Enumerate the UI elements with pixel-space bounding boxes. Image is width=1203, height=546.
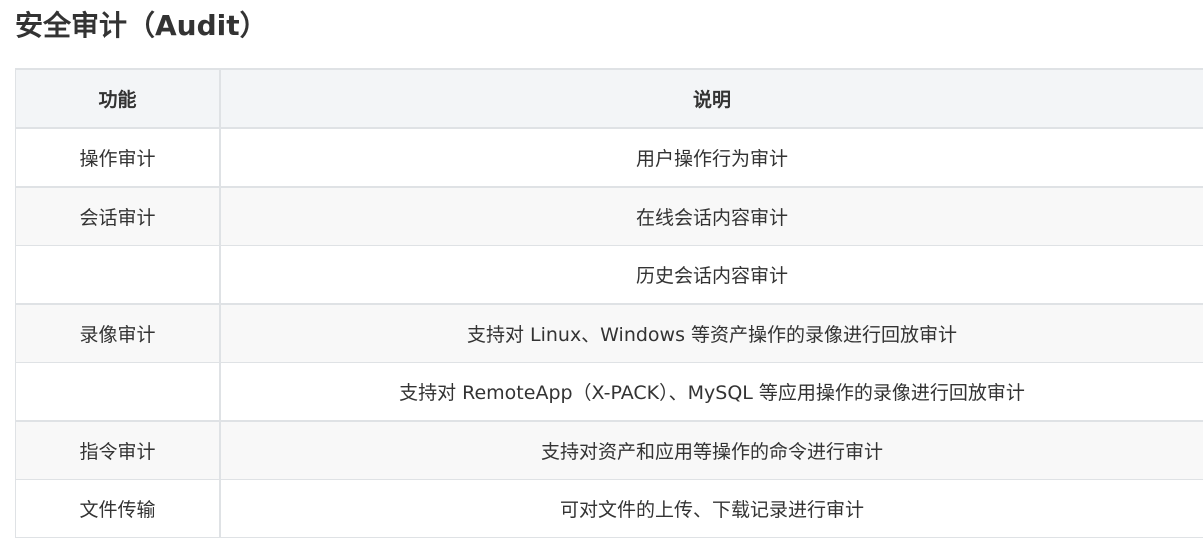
row-description: 可对文件的上传、下载记录进行审计 <box>220 479 1203 538</box>
audit-feature-table: 功能 说明 操作审计 用户操作行为审计 会话审计 在线会话内容审计 历史会话内容… <box>15 68 1203 538</box>
row-description: 用户操作行为审计 <box>220 127 1203 188</box>
header-description: 说明 <box>220 68 1203 129</box>
row-description: 在线会话内容审计 <box>220 186 1203 246</box>
row-description: 支持对 RemoteApp（X-PACK）、MySQL 等应用操作的录像进行回放… <box>220 362 1203 422</box>
header-feature: 功能 <box>15 68 221 129</box>
table-row: 操作审计 用户操作行为审计 <box>15 127 1203 188</box>
row-feature: 指令审计 <box>15 420 221 480</box>
row-feature: 录像审计 <box>15 303 221 363</box>
table-row: 录像审计 支持对 Linux、Windows 等资产操作的录像进行回放审计 <box>15 303 1203 363</box>
section-title: 安全审计（Audit） <box>15 9 268 42</box>
row-feature: 操作审计 <box>15 127 221 188</box>
table-row: 历史会话内容审计 <box>15 245 1203 305</box>
row-feature <box>15 245 221 305</box>
row-description: 支持对资产和应用等操作的命令进行审计 <box>220 420 1203 480</box>
row-description: 支持对 Linux、Windows 等资产操作的录像进行回放审计 <box>220 303 1203 363</box>
table-row: 文件传输 可对文件的上传、下载记录进行审计 <box>15 479 1203 538</box>
row-feature <box>15 362 221 422</box>
table-row: 指令审计 支持对资产和应用等操作的命令进行审计 <box>15 420 1203 480</box>
row-description: 历史会话内容审计 <box>220 245 1203 305</box>
table-row: 会话审计 在线会话内容审计 <box>15 186 1203 246</box>
row-feature: 会话审计 <box>15 186 221 246</box>
table-header-row: 功能 说明 <box>15 68 1203 129</box>
table-row: 支持对 RemoteApp（X-PACK）、MySQL 等应用操作的录像进行回放… <box>15 362 1203 422</box>
row-feature: 文件传输 <box>15 479 221 538</box>
